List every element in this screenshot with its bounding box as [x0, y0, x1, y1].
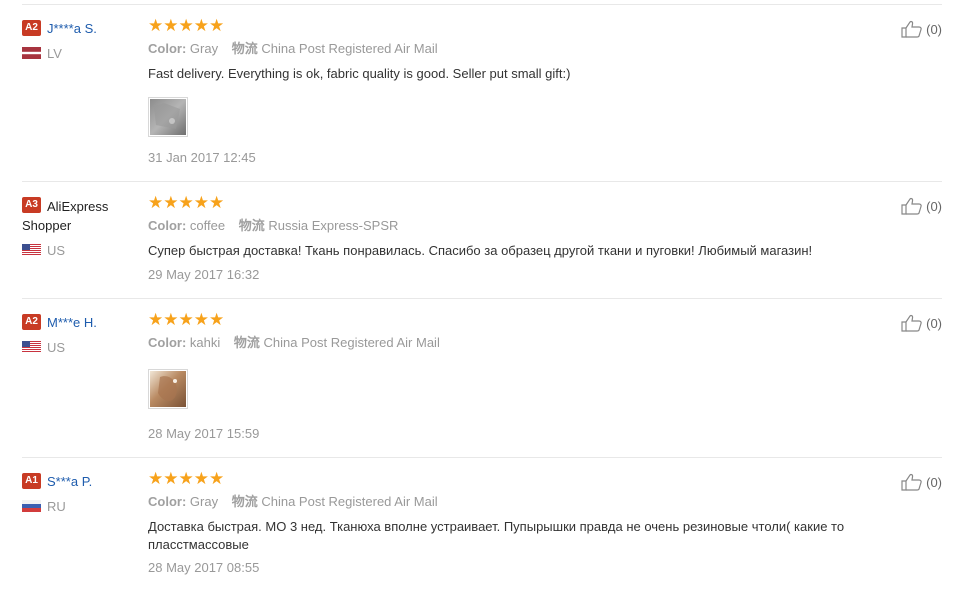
- helpful-count: (0): [926, 475, 942, 490]
- review-meta: Color: Gray 物流 China Post Registered Air…: [148, 494, 438, 509]
- review-date: 29 May 2017 16:32: [148, 267, 260, 282]
- latvia-flag-icon: [22, 47, 41, 59]
- review-content: ★★★★★ Color: Gray 物流 China Post Register…: [148, 16, 888, 137]
- shipping-method: China Post Registered Air Mail: [263, 335, 440, 350]
- color-value: kahki: [189, 335, 221, 350]
- color-value: Gray: [189, 41, 219, 56]
- review-date: 31 Jan 2017 12:45: [148, 150, 256, 165]
- usa-flag-icon: [22, 244, 41, 256]
- usa-flag-icon: [22, 341, 41, 353]
- reviewer-info: A3 AliExpress Shopper US: [22, 197, 132, 259]
- helpful-button[interactable]: (0): [901, 473, 942, 492]
- review-content: ★★★★★ Color: coffee 物流 Russia Express-SP…: [148, 193, 888, 260]
- review-item: A2 J****a S. LV ★★★★★ Color: Gray 物流 Chin…: [0, 4, 942, 182]
- review-text: Доставка быстрая. МО 3 нед. Тканюха впол…: [148, 519, 845, 552]
- shipping-method: China Post Registered Air Mail: [261, 494, 438, 509]
- star-rating: ★★★★★: [148, 193, 225, 212]
- thumbs-up-icon: [901, 197, 922, 215]
- review-date: 28 May 2017 15:59: [148, 426, 260, 441]
- thumbs-up-icon: [901, 473, 922, 491]
- review-photo-thumbnail[interactable]: [148, 97, 188, 137]
- reviewer-info: A1 S***a P. RU: [22, 473, 132, 515]
- buyer-level-badge: A1: [22, 473, 41, 489]
- review-item: A3 AliExpress Shopper US ★★★★★ Color: cof…: [0, 181, 942, 299]
- helpful-button[interactable]: (0): [901, 20, 942, 39]
- shipping-label: 物流: [231, 494, 258, 509]
- shipping-label: 物流: [231, 41, 258, 56]
- review-text: Fast delivery. Everything is ok, fabric …: [148, 66, 571, 81]
- thumbs-up-icon: [901, 314, 922, 332]
- review-meta: Color: coffee 物流 Russia Express-SPSR: [148, 218, 399, 233]
- star-rating: ★★★★★: [148, 469, 225, 488]
- buyer-level-badge: A3: [22, 197, 41, 213]
- reviewer-name[interactable]: S***a P.: [47, 474, 92, 489]
- reviewer-info: A2 M***e H. US: [22, 314, 132, 356]
- review-item: A2 M***e H. US ★★★★★ Color: kahki 物流 Chin…: [0, 298, 942, 458]
- helpful-count: (0): [926, 316, 942, 331]
- buyer-level-badge: A2: [22, 314, 41, 330]
- reviewer-name[interactable]: M***e H.: [47, 315, 97, 330]
- review-content: ★★★★★ Color: Gray 物流 China Post Register…: [148, 469, 888, 554]
- review-photo-thumbnail[interactable]: [148, 369, 188, 409]
- shipping-label: 物流: [233, 335, 260, 350]
- review-item: A1 S***a P. RU ★★★★★ Color: Gray 物流 China…: [0, 457, 942, 590]
- review-meta: Color: kahki 物流 China Post Registered Ai…: [148, 335, 440, 350]
- helpful-button[interactable]: (0): [901, 197, 942, 216]
- review-content: ★★★★★ Color: kahki 物流 China Post Registe…: [148, 310, 888, 409]
- helpful-count: (0): [926, 199, 942, 214]
- reviewer-country: US: [22, 243, 132, 259]
- reviewer-name[interactable]: J****a S.: [47, 21, 97, 36]
- shipping-label: 物流: [238, 218, 265, 233]
- helpful-button[interactable]: (0): [901, 314, 942, 333]
- color-value: coffee: [189, 218, 226, 233]
- buyer-level-badge: A2: [22, 20, 41, 36]
- shipping-method: China Post Registered Air Mail: [261, 41, 438, 56]
- thumbs-up-icon: [901, 20, 922, 38]
- star-rating: ★★★★★: [148, 16, 225, 35]
- helpful-count: (0): [926, 22, 942, 37]
- review-date: 28 May 2017 08:55: [148, 560, 260, 575]
- shipping-method: Russia Express-SPSR: [268, 218, 399, 233]
- color-value: Gray: [189, 494, 219, 509]
- review-meta: Color: Gray 物流 China Post Registered Air…: [148, 41, 438, 56]
- russia-flag-icon: [22, 500, 41, 512]
- star-rating: ★★★★★: [148, 310, 225, 329]
- reviewer-country: US: [22, 340, 132, 356]
- review-text: Супер быстрая доставка! Ткань понравилас…: [148, 243, 813, 258]
- reviewer-info: A2 J****a S. LV: [22, 20, 132, 62]
- reviewer-country: LV: [22, 46, 132, 62]
- reviewer-country: RU: [22, 499, 132, 515]
